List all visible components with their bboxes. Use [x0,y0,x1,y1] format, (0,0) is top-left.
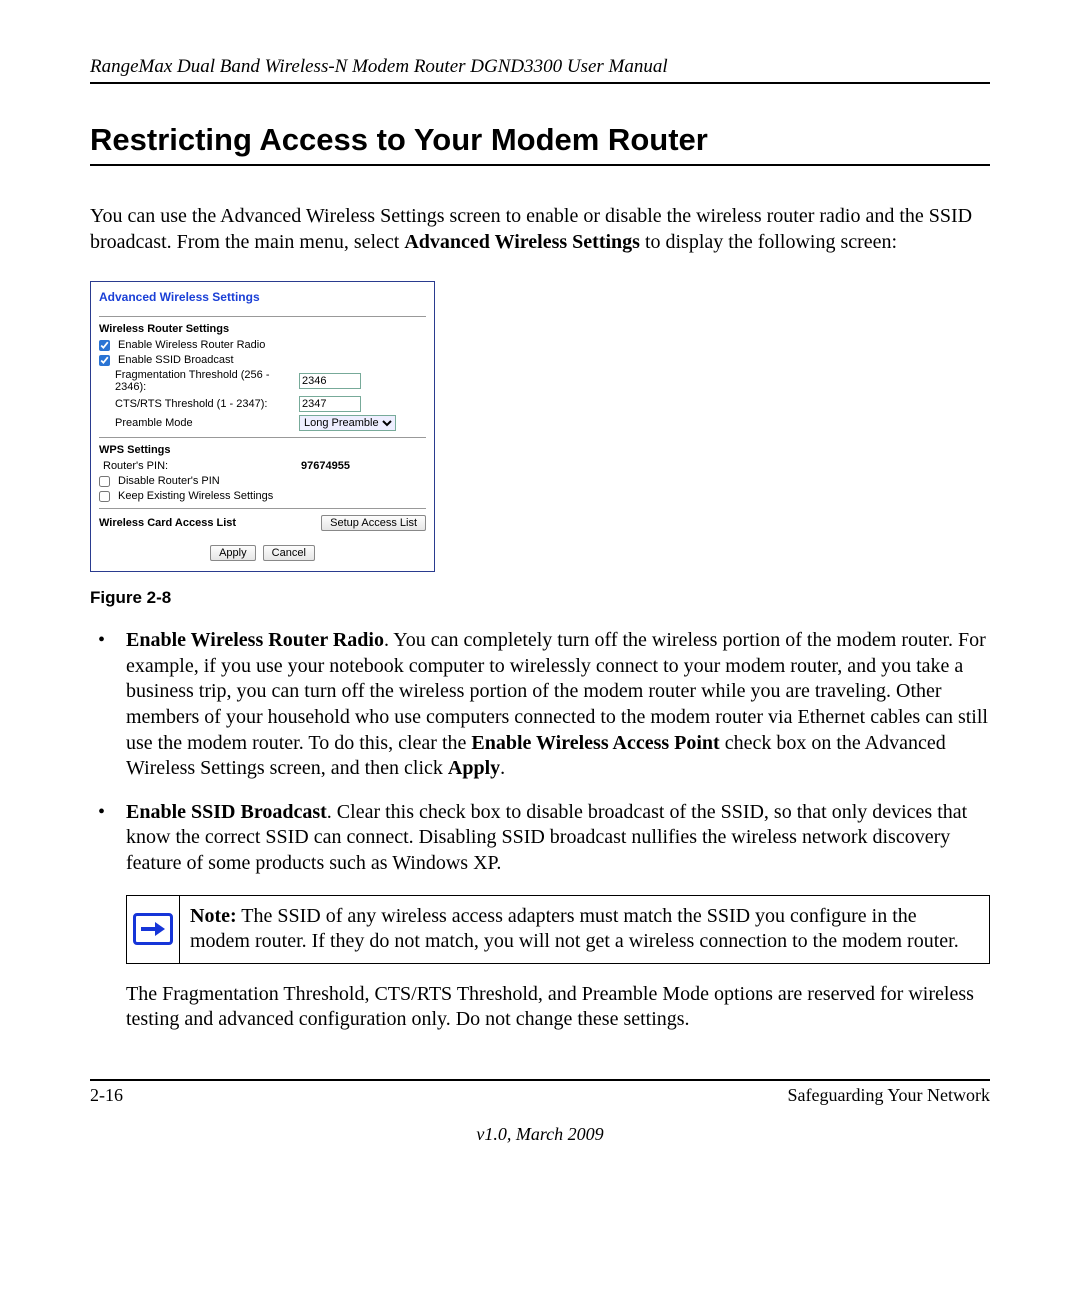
running-header: RangeMax Dual Band Wireless-N Modem Rout… [90,56,990,84]
intro-paragraph: You can use the Advanced Wireless Settin… [90,204,990,255]
bullet1-lead: Enable Wireless Router Radio [126,629,384,651]
footer-page-number: 2-16 [90,1085,123,1106]
footer-chapter: Safeguarding Your Network [788,1085,990,1106]
frag-input[interactable] [299,373,361,389]
bullet-enable-ssid: Enable SSID Broadcast. Clear this check … [90,800,990,877]
keep-existing-label: Keep Existing Wireless Settings [118,490,273,502]
pin-value: 97674955 [299,460,426,472]
enable-ssid-label: Enable SSID Broadcast [118,354,234,366]
setup-access-list-button[interactable]: Setup Access List [321,515,426,531]
enable-ssid-checkbox[interactable] [99,355,110,366]
keep-existing-checkbox[interactable] [99,491,110,502]
note-box: Note: The SSID of any wireless access ad… [126,895,990,964]
note-text: Note: The SSID of any wireless access ad… [180,896,989,963]
enable-radio-label: Enable Wireless Router Radio [118,339,265,351]
note-body: The SSID of any wireless access adapters… [190,905,959,953]
after-note-paragraph: The Fragmentation Threshold, CTS/RTS Thr… [126,982,990,1033]
disable-pin-checkbox[interactable] [99,476,110,487]
apply-button[interactable]: Apply [210,545,256,561]
bullet2-lead: Enable SSID Broadcast [126,801,327,823]
wps-settings-heading: WPS Settings [99,444,426,456]
bullet1-bold1: Enable Wireless Access Point [471,732,719,754]
footer-version: v1.0, March 2009 [90,1124,990,1145]
preamble-label: Preamble Mode [99,417,193,429]
enable-radio-checkbox[interactable] [99,340,110,351]
note-lead: Note: [190,905,237,927]
page-title: Restricting Access to Your Modem Router [90,122,990,166]
arrow-right-icon [133,913,173,945]
disable-pin-label: Disable Router's PIN [118,475,220,487]
advanced-wireless-panel: Advanced Wireless Settings Wireless Rout… [90,281,435,572]
bullet-enable-radio: Enable Wireless Router Radio. You can co… [90,628,990,782]
preamble-select[interactable]: Long Preamble [299,415,396,431]
page-footer: 2-16 Safeguarding Your Network v1.0, Mar… [90,1079,990,1145]
intro-post: to display the following screen: [640,231,897,253]
cts-input[interactable] [299,396,361,412]
bullet1-bold2: Apply [448,757,500,779]
pin-label: Router's PIN: [99,460,168,472]
figure-label: Figure 2-8 [90,588,990,608]
panel-title: Advanced Wireless Settings [99,290,426,304]
intro-bold: Advanced Wireless Settings [404,231,640,253]
frag-label: Fragmentation Threshold (256 - 2346): [99,369,299,393]
wireless-router-settings-heading: Wireless Router Settings [99,323,426,335]
note-icon-cell [127,896,180,963]
cancel-button[interactable]: Cancel [263,545,315,561]
cts-label: CTS/RTS Threshold (1 - 2347): [99,398,267,410]
bullet1-body3: . [500,757,505,779]
wireless-acl-heading: Wireless Card Access List [99,517,236,529]
